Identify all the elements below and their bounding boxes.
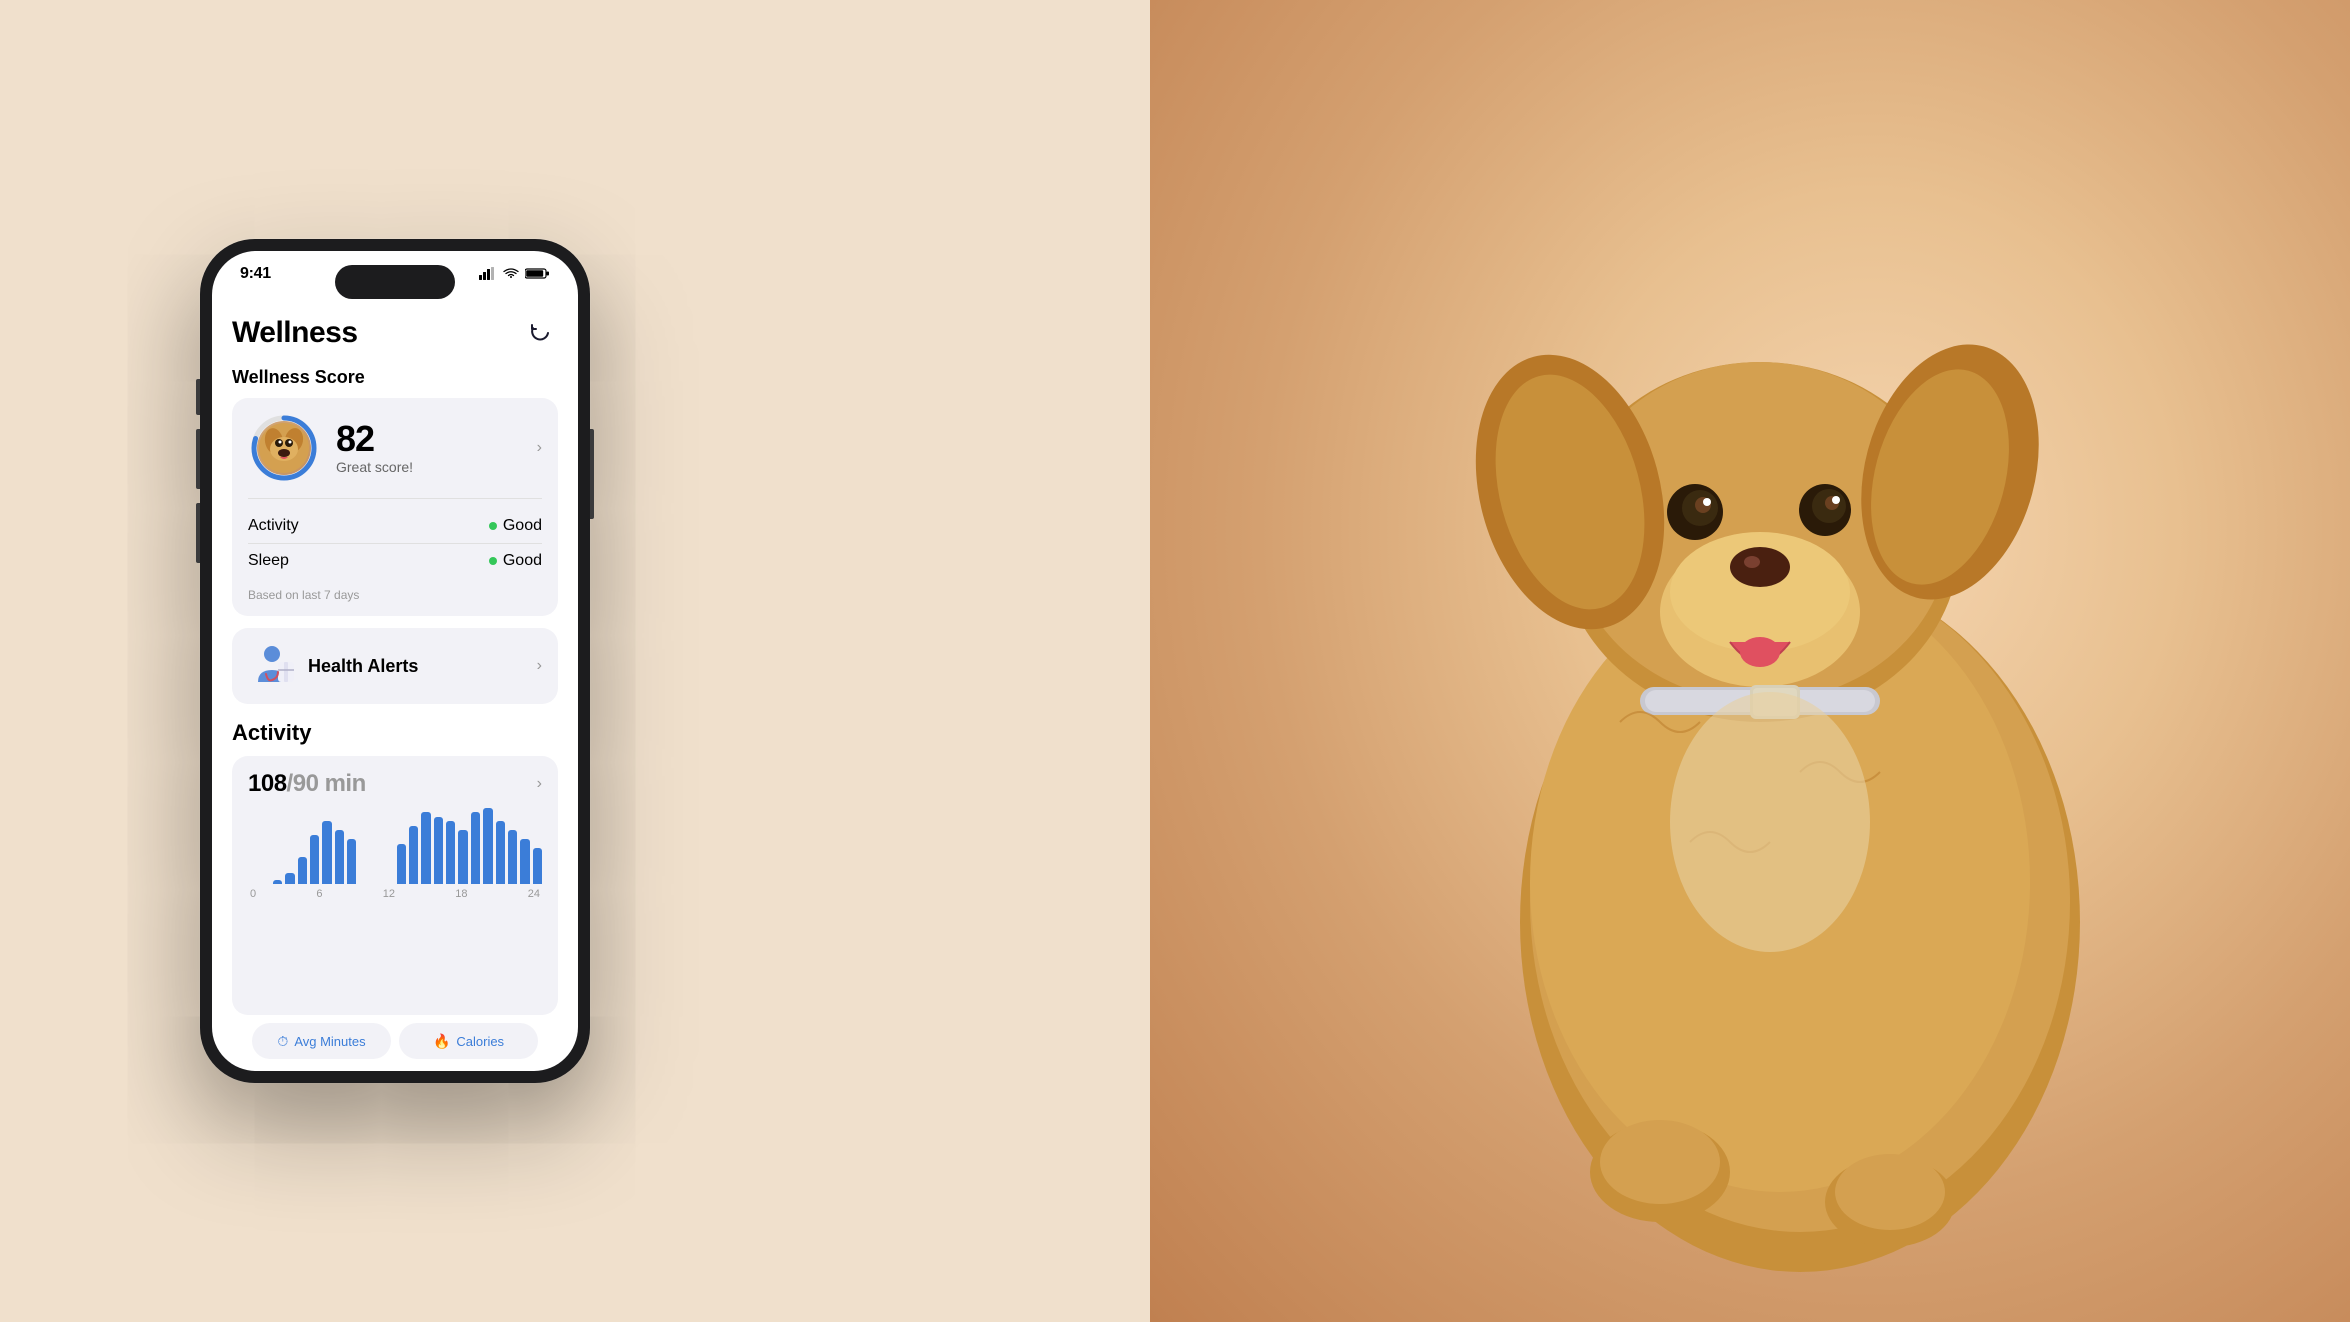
phone-btn-vol-up: [196, 429, 200, 489]
wellness-score-chevron: ›: [537, 439, 542, 457]
chart-bar-21: [508, 830, 517, 884]
activity-status-text: Good: [503, 517, 542, 535]
sleep-status-dot: [489, 557, 497, 565]
signal-icon: [479, 267, 497, 280]
dog-avatar: [257, 421, 311, 475]
phone-wrapper: 9:41: [200, 239, 590, 1083]
chart-bar-17: [458, 830, 467, 884]
sleep-status-text: Good: [503, 552, 542, 570]
chart-bar-23: [533, 848, 542, 884]
activity-card[interactable]: 108/90 min › 0 6 12 18 24: [232, 756, 558, 1015]
wellness-score-title: Wellness Score: [232, 367, 558, 388]
app-title: Wellness: [232, 316, 358, 350]
chart-label-0: 0: [250, 888, 256, 900]
sleep-metric-row: Sleep Good: [248, 544, 542, 578]
chart-bar-5: [310, 835, 319, 884]
dynamic-island: [335, 265, 455, 299]
activity-header: 108/90 min ›: [248, 770, 542, 798]
battery-icon: [525, 267, 550, 280]
calories-tab[interactable]: 🔥 Calories: [399, 1023, 538, 1059]
activity-chevron: ›: [537, 775, 542, 793]
chart-bar-18: [471, 812, 480, 884]
score-number: 82: [336, 421, 542, 457]
score-circle-container: [248, 412, 320, 484]
phone-btn-silent: [196, 379, 200, 415]
wellness-score-row: 82 Great score! ›: [248, 412, 542, 484]
phone-frame: 9:41: [200, 239, 590, 1083]
chart-bar-2: [273, 880, 282, 884]
chart-bar-14: [421, 812, 430, 884]
sleep-metric-name: Sleep: [248, 552, 289, 570]
app-content: Wellness Wellness Score: [212, 307, 578, 1071]
chart-bar-13: [409, 826, 418, 884]
health-alerts-label: Health Alerts: [308, 656, 537, 677]
activity-metric-status: Good: [489, 517, 542, 535]
health-alerts-chevron: ›: [537, 657, 542, 675]
calories-label: Calories: [456, 1034, 504, 1049]
activity-minutes: 108/90 min: [248, 770, 366, 798]
avg-minutes-icon: ⏱: [277, 1033, 288, 1050]
status-icons: [479, 267, 550, 280]
calories-icon: 🔥: [433, 1033, 450, 1050]
health-person-icon: [248, 642, 296, 690]
score-label: Great score!: [336, 459, 542, 475]
score-info: 82 Great score!: [336, 421, 542, 475]
activity-section-title: Activity: [232, 720, 558, 746]
sleep-metric-status: Good: [489, 552, 542, 570]
chart-bar-4: [298, 857, 307, 884]
chart-bar-16: [446, 821, 455, 884]
activity-status-dot: [489, 522, 497, 530]
goal-minutes: /90 min: [287, 770, 366, 797]
chart-bar-20: [496, 821, 505, 884]
phone-btn-power: [590, 429, 594, 519]
app-header: Wellness: [232, 307, 558, 367]
metrics-divider: [248, 498, 542, 499]
chart-bar-19: [483, 808, 492, 884]
current-minutes: 108: [248, 770, 287, 797]
phone-screen: 9:41: [212, 251, 578, 1071]
chart-label-6: 6: [316, 888, 322, 900]
based-on-text: Based on last 7 days: [248, 588, 542, 602]
health-alerts-icon: [248, 642, 296, 690]
health-alerts-card[interactable]: Health Alerts ›: [232, 628, 558, 704]
chart-bar-3: [285, 873, 294, 884]
chart-bar-8: [347, 839, 356, 884]
wellness-score-card[interactable]: 82 Great score! › Activity Good: [232, 398, 558, 616]
activity-metric-row: Activity Good: [248, 509, 542, 543]
chart-label-18: 18: [455, 888, 467, 900]
phone-btn-vol-down: [196, 503, 200, 563]
refresh-icon: [528, 321, 552, 345]
chart-bar-7: [335, 830, 344, 884]
wifi-icon: [503, 267, 519, 280]
chart-label-24: 24: [528, 888, 540, 900]
bottom-tabs: ⏱ Avg Minutes 🔥 Calories: [232, 1015, 558, 1071]
chart-bar-12: [397, 844, 406, 884]
bar-chart: [248, 808, 542, 888]
avg-minutes-tab[interactable]: ⏱ Avg Minutes: [252, 1023, 391, 1059]
chart-bar-15: [434, 817, 443, 884]
chart-bar-6: [322, 821, 331, 884]
chart-label-12: 12: [383, 888, 395, 900]
refresh-button[interactable]: [522, 315, 558, 351]
chart-labels: 0 6 12 18 24: [248, 888, 542, 900]
avg-minutes-label: Avg Minutes: [294, 1034, 365, 1049]
status-time: 9:41: [240, 265, 271, 283]
dog-illustration: [1240, 122, 2290, 1322]
activity-metric-name: Activity: [248, 517, 299, 535]
chart-bar-22: [520, 839, 529, 884]
